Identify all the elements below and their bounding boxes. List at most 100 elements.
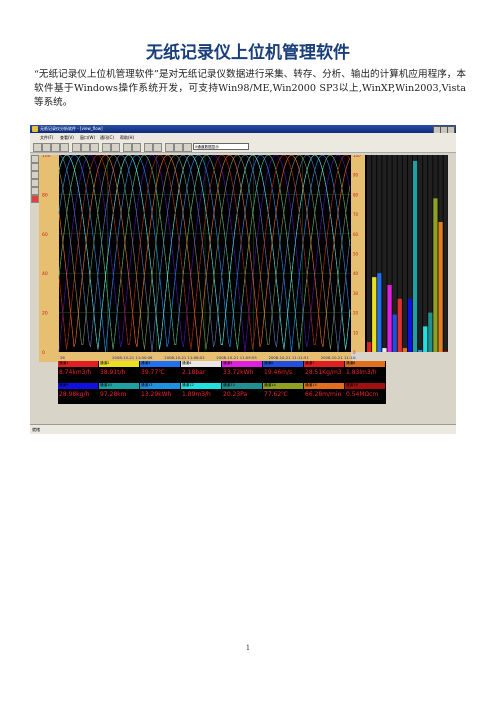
menu-file[interactable]: 文件(F)	[40, 135, 53, 141]
zoom-out-button[interactable]	[81, 143, 90, 152]
side-tool-3[interactable]	[31, 171, 39, 179]
menu-window[interactable]: 窗口(W)	[80, 135, 95, 141]
legend-entry[interactable]: 通道5 33.72kWh	[222, 361, 262, 382]
y-tick-label: 40	[42, 271, 48, 277]
bar-10	[412, 160, 418, 352]
legend-channel-name: 通道11	[140, 383, 180, 389]
legend-channel-value: 28.98kg/h	[59, 391, 90, 398]
side-tool-2[interactable]	[31, 163, 39, 171]
info-button[interactable]	[153, 143, 162, 152]
legend-channel-name: 通道3	[140, 361, 180, 367]
pause-button[interactable]	[42, 143, 51, 152]
page-number: 1	[245, 644, 251, 652]
legend-channel-value: 1.89m3/h	[182, 391, 211, 398]
y-tick-label: 100	[42, 155, 51, 159]
legend-entry[interactable]: 通道14 77.62℃	[263, 383, 303, 404]
legend-channel-name: 通道9	[58, 383, 98, 389]
legend-channel-value: 33.72kWh	[223, 369, 254, 376]
legend-entry[interactable]: 通道15 66.28m/min	[304, 383, 344, 404]
bar-tick-label: 20	[353, 311, 359, 316]
legend-channel-name: 通道5	[222, 361, 262, 367]
legend-channel-name: 通道6	[263, 361, 303, 367]
x-tick-label: 26	[60, 355, 65, 360]
cursor-button[interactable]	[90, 143, 99, 152]
toolbar: 0通道数据显示	[30, 141, 456, 153]
zoom-in-button[interactable]	[72, 143, 81, 152]
legend-entry[interactable]: 通道12 1.89m3/h	[181, 383, 221, 404]
menu-help[interactable]: 帮助(H)	[120, 135, 134, 141]
side-tool-5[interactable]	[31, 187, 39, 195]
menu-bar: 文件(F) 查看(V) 窗口(W) 通讯(C) 帮助(H)	[30, 133, 456, 141]
status-bar: 就绪	[30, 424, 456, 434]
bar-tick-label: 40	[353, 271, 359, 276]
legend-entry[interactable]: 通道4 2.18bar	[181, 361, 221, 382]
legend-channel-value: 19.46m/s	[264, 369, 293, 376]
legend-channel-name: 通道13	[222, 383, 262, 389]
y-axis-panel	[39, 155, 59, 362]
channel-display-select[interactable]: 0通道数据显示	[193, 143, 249, 150]
settings-button[interactable]	[144, 143, 153, 152]
bar-tick-label: 70	[353, 212, 359, 217]
legend-channel-value: 97.28km	[100, 391, 127, 398]
bar-track	[418, 155, 423, 352]
menu-view[interactable]: 查看(V)	[60, 135, 74, 141]
side-tool-4[interactable]	[31, 179, 39, 187]
bar-1	[367, 342, 372, 352]
bar-11	[418, 350, 423, 352]
legend-channel-value: 38.91t/h	[100, 369, 126, 376]
bar-tick-label: 30	[353, 291, 359, 296]
legend-channel-name: 通道7	[304, 361, 344, 367]
legend-entry[interactable]: 通道1 8.74km3/h	[58, 361, 98, 382]
export-button[interactable]	[123, 143, 132, 152]
x-tick-label: 2008-10-21 11:08:02	[164, 355, 205, 360]
legend-channel-value: 28.51Kg/m3	[305, 369, 342, 376]
x-tick-label: 2008-10-21 11:14:	[321, 355, 357, 360]
legend-entry[interactable]: 通道7 28.51Kg/m3	[304, 361, 344, 382]
channel-button[interactable]	[174, 143, 183, 152]
x-tick-label: 2008-10-21 11:00:06	[112, 355, 153, 360]
legend-channel-value: 20.23Pa	[223, 391, 248, 398]
status-text: 就绪	[32, 427, 40, 432]
side-tool-record[interactable]	[31, 195, 39, 203]
print-button[interactable]	[132, 143, 141, 152]
bar-14	[433, 198, 438, 352]
grid-button[interactable]	[165, 143, 174, 152]
bar-5	[387, 285, 392, 352]
refresh-button[interactable]	[183, 143, 192, 152]
next-button[interactable]	[111, 143, 120, 152]
legend-channel-name: 通道2	[99, 361, 139, 367]
legend-channel-name: 通道1	[58, 361, 98, 367]
bar-tick-label: 60	[353, 232, 359, 237]
legend-entry[interactable]: 通道8 1.83lm3/h	[345, 361, 385, 382]
legend-entry[interactable]: 通道13 20.23Pa	[222, 383, 262, 404]
legend-channel-value: 39.77℃	[141, 369, 165, 376]
legend-entry[interactable]: 通道16 0.54MΩcm	[345, 383, 385, 404]
stop-button[interactable]	[51, 143, 60, 152]
bar-2	[372, 277, 377, 352]
legend-entry[interactable]: 通道6 19.46m/s	[263, 361, 303, 382]
legend-entry[interactable]: 通道11 13.29kWh	[140, 383, 180, 404]
y-tick-label: 0	[42, 350, 45, 356]
legend-channel-value: 13.29kWh	[141, 391, 172, 398]
menu-communication[interactable]: 通讯(C)	[100, 135, 114, 141]
bar-16	[443, 351, 448, 352]
legend-channel-value: 0.54MΩcm	[346, 391, 379, 398]
play-button[interactable]	[33, 143, 42, 152]
legend-entry[interactable]: 通道3 39.77℃	[140, 361, 180, 382]
bar-4	[382, 348, 387, 352]
bar-tick-label: 80	[353, 192, 359, 197]
y-tick-label: 60	[42, 232, 48, 238]
legend-entry[interactable]: 通道9 28.98kg/h	[58, 383, 98, 404]
legend-channel-name: 通道4	[181, 361, 221, 367]
bar-tick-label: 100	[353, 155, 361, 158]
bar-track	[402, 155, 407, 352]
y-tick-label: 80	[42, 192, 48, 198]
legend-entry[interactable]: 通道2 38.91t/h	[99, 361, 139, 382]
channel-legend: 通道1 8.74km3/h 通道2 38.91t/h 通道3 39.77℃ 通道4 2.18b…	[58, 361, 386, 404]
side-tool-1[interactable]	[31, 155, 39, 163]
legend-entry[interactable]: 通道10 97.28km	[99, 383, 139, 404]
prev-button[interactable]	[102, 143, 111, 152]
rewind-button[interactable]	[60, 143, 69, 152]
legend-channel-value: 2.18bar	[182, 369, 206, 376]
legend-channel-value: 77.62℃	[264, 391, 288, 398]
